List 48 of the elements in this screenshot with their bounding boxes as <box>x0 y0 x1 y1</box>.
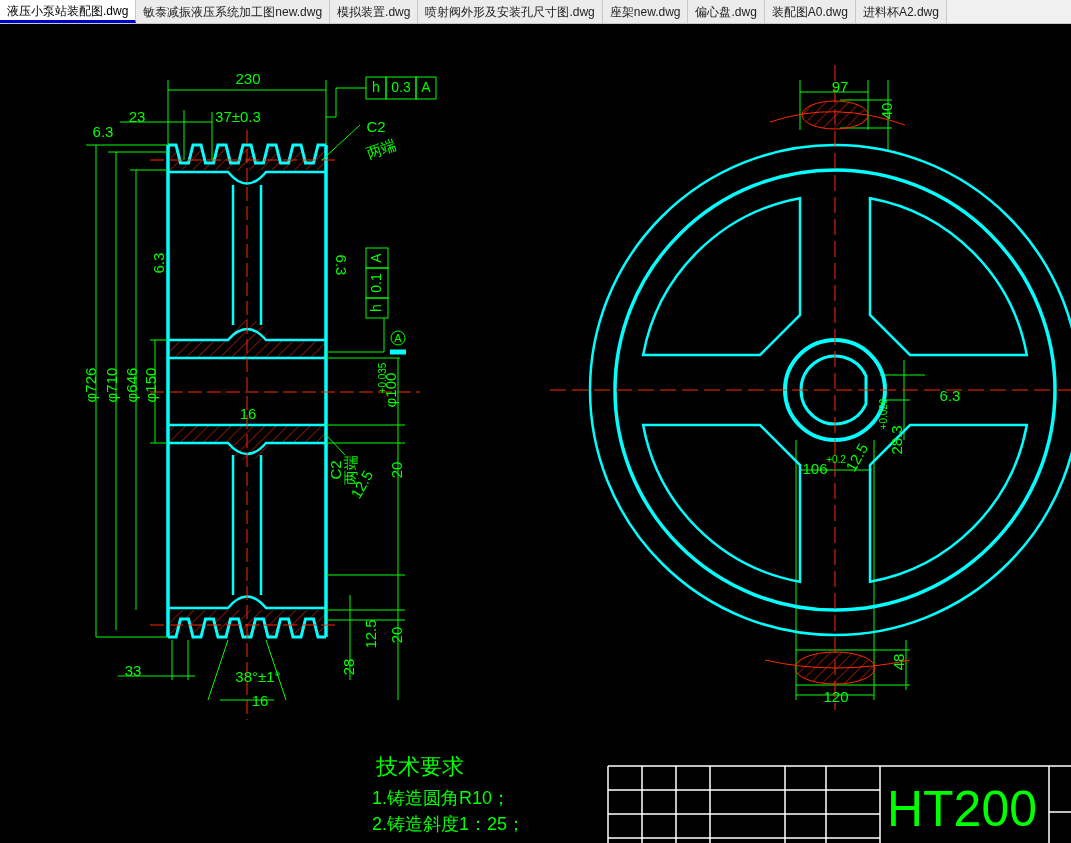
dimension-text: 37±0.3 <box>215 107 261 125</box>
dimension-text: 16 <box>239 404 257 422</box>
dimension-text: 48 <box>889 653 907 671</box>
file-tab[interactable]: 液压小泵站装配图.dwg <box>0 0 137 23</box>
dimension-text: φ726 <box>81 367 99 403</box>
dimension-text: φ646 <box>122 367 140 403</box>
tolerance-text: h <box>372 78 380 95</box>
dimension-text: 6.3 <box>149 252 167 274</box>
dimension-text: C2 <box>326 460 344 480</box>
dimension-text: 106 <box>802 459 828 477</box>
dimension-text: 12.5 <box>361 619 379 649</box>
file-tab[interactable]: 喷射阀外形及安装孔尺寸图.dwg <box>418 0 603 23</box>
tolerance-text: h <box>367 304 384 312</box>
dimension-text: 28.3 <box>887 425 905 455</box>
requirements-title: 技术要求 <box>376 754 464 779</box>
datum-label: A <box>394 331 402 344</box>
requirement-text: 2.铸造斜度1：25； <box>372 814 526 834</box>
dimension-text: +0.2 <box>826 453 846 465</box>
file-tab[interactable]: 进料杯A2.dwg <box>855 0 947 23</box>
dimension-text: 16 <box>251 691 269 709</box>
file-tab[interactable]: 偏心盘.dwg <box>688 0 765 23</box>
dimension-text: +0.026 <box>877 398 889 430</box>
tolerance-text: 0.3 <box>391 78 411 95</box>
dimension-text: 6.3 <box>333 254 351 276</box>
dimension-text: 28 <box>339 658 357 676</box>
dimension-text: 120 <box>823 687 849 705</box>
dimension-text: 230 <box>235 69 261 87</box>
tolerance-text: A <box>421 78 431 95</box>
file-tab[interactable]: 装配图A0.dwg <box>764 0 856 23</box>
tolerance-text: A <box>367 253 384 263</box>
dimension-text: 23 <box>128 107 146 125</box>
tolerance-text: 0.1 <box>367 273 384 293</box>
dimension-text: 6.3 <box>92 122 114 140</box>
dimension-text: 6.3 <box>939 386 961 404</box>
dimension-text: 20 <box>387 626 405 644</box>
dimension-text: 33 <box>124 661 142 679</box>
dimension-text: φ710 <box>102 367 120 403</box>
dimension-text: 97 <box>831 77 849 95</box>
file-tab[interactable]: 座架new.dwg <box>602 0 689 23</box>
file-tab[interactable]: 模拟装置.dwg <box>330 0 419 23</box>
dimension-text: 20 <box>387 461 405 479</box>
dimension-text: φ150 <box>141 367 159 403</box>
dimension-text: C2 <box>366 117 386 135</box>
file-tab[interactable]: 敏泰减振液压系统加工图new.dwg <box>136 0 331 23</box>
dimension-text: 40 <box>877 102 895 120</box>
requirement-text: 1.铸造圆角R10； <box>372 788 511 808</box>
dimension-text: 两端 <box>364 135 399 162</box>
material-text: HT200 <box>886 781 1038 838</box>
